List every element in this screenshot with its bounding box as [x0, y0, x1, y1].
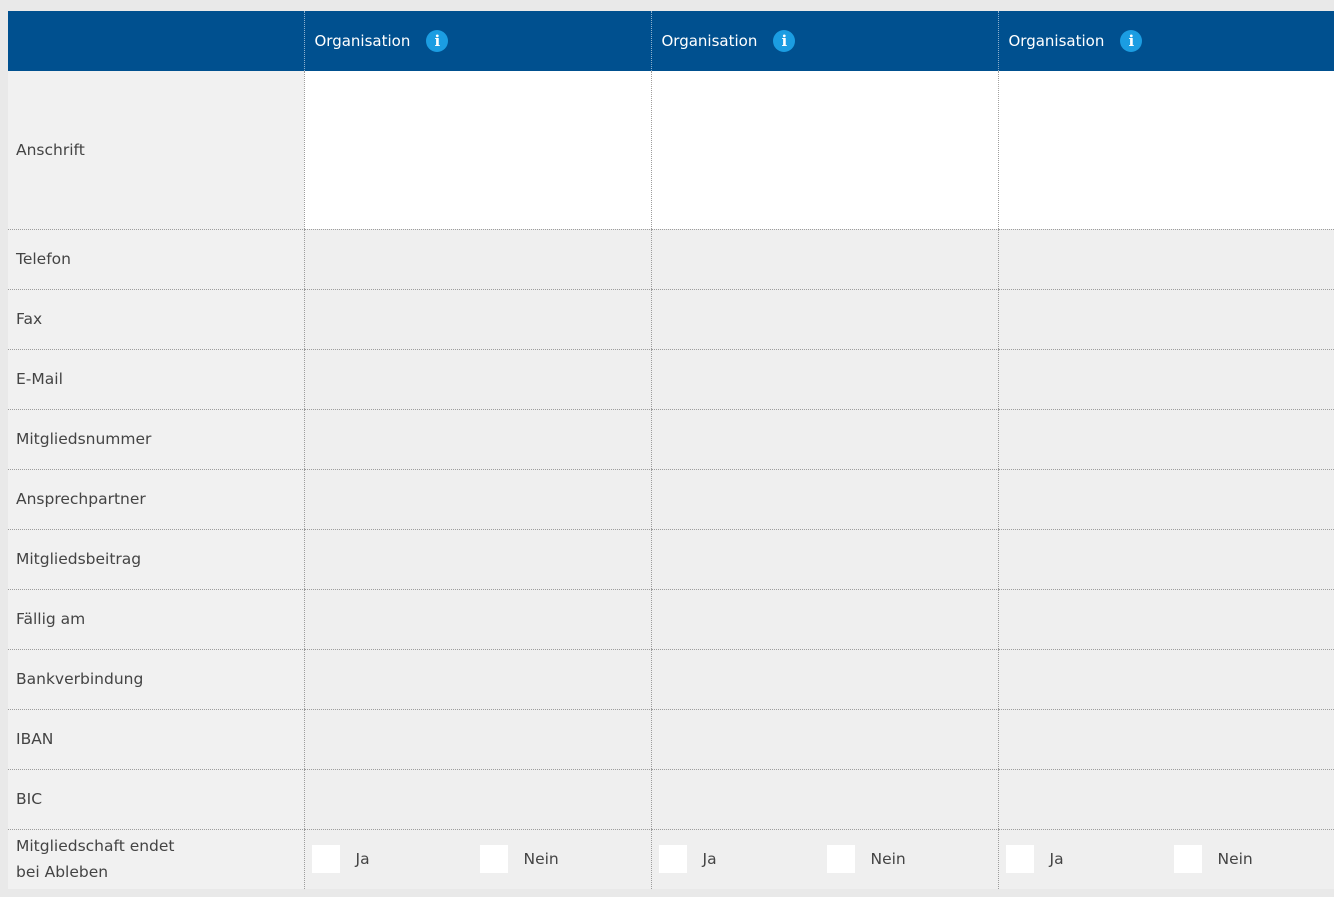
telefon-field-1[interactable] [303, 229, 651, 290]
bankverbindung-field-1[interactable] [303, 649, 651, 710]
row-mitgliedschaft-endet: Mitgliedschaft endet bei Ableben Ja Nein [8, 829, 1334, 889]
organisation-1-title: Organisation [314, 32, 411, 50]
telefon-field-2[interactable] [650, 229, 998, 290]
iban-field-3[interactable] [997, 709, 1334, 770]
email-field-3[interactable] [997, 349, 1334, 410]
fax-field-3[interactable] [997, 289, 1334, 350]
anschrift-field-2[interactable] [650, 71, 998, 230]
bankverbindung-field-3[interactable] [997, 649, 1334, 710]
ansprechpartner-field-1[interactable] [303, 469, 651, 530]
nein-checkbox[interactable] [479, 845, 508, 874]
row-bic: BIC [8, 769, 1334, 830]
row-label: Anschrift [8, 71, 304, 230]
info-icon[interactable]: i [426, 30, 449, 52]
ja-label: Ja [1049, 850, 1064, 869]
info-icon[interactable]: i [1120, 30, 1143, 52]
ja-checkbox[interactable] [311, 845, 340, 874]
iban-field-2[interactable] [650, 709, 998, 770]
row-fax: Fax [8, 289, 1334, 350]
row-label: E-Mail [8, 349, 304, 410]
mitgliedsbeitrag-field-1[interactable] [303, 529, 651, 590]
header-organisation-3: Organisation i [997, 11, 1334, 71]
row-label: Fax [8, 289, 304, 350]
faellig-am-field-3[interactable] [997, 589, 1334, 650]
row-email: E-Mail [8, 349, 1334, 410]
bic-field-2[interactable] [650, 769, 998, 830]
mitgliedsnummer-field-1[interactable] [303, 409, 651, 470]
anschrift-field-3[interactable] [997, 71, 1334, 230]
header-organisation-1: Organisation i [303, 11, 651, 71]
row-ansprechpartner: Ansprechpartner [8, 469, 1334, 530]
row-label: IBAN [8, 709, 304, 770]
mitgliedschaft-choice-1: Ja Nein [303, 829, 651, 889]
iban-field-1[interactable] [303, 709, 651, 770]
row-label: Ansprechpartner [8, 469, 304, 530]
bic-field-3[interactable] [997, 769, 1334, 830]
ja-label: Ja [702, 850, 717, 869]
mitgliedschaft-choice-3: Ja Nein [997, 829, 1334, 889]
row-mitgliedsbeitrag: Mitgliedsbeitrag [8, 529, 1334, 590]
fax-field-2[interactable] [650, 289, 998, 350]
nein-checkbox[interactable] [826, 845, 855, 874]
organisation-table: Organisation i Organisation i Organisati… [8, 11, 1334, 889]
row-anschrift: Anschrift [8, 71, 1334, 230]
email-field-2[interactable] [650, 349, 998, 410]
faellig-am-field-2[interactable] [650, 589, 998, 650]
organisation-form-sheet: Organisation i Organisation i Organisati… [8, 11, 1334, 897]
telefon-field-3[interactable] [997, 229, 1334, 290]
ansprechpartner-field-3[interactable] [997, 469, 1334, 530]
nein-label: Nein [523, 850, 559, 869]
row-label: Fällig am [8, 589, 304, 650]
header-label-column [8, 11, 304, 71]
row-label: Mitgliedsbeitrag [8, 529, 304, 590]
row-bankverbindung: Bankverbindung [8, 649, 1334, 710]
nein-checkbox[interactable] [1173, 845, 1202, 874]
anschrift-field-1[interactable] [303, 71, 651, 230]
ja-label: Ja [355, 850, 370, 869]
mitgliedsbeitrag-field-3[interactable] [997, 529, 1334, 590]
mitgliedsbeitrag-field-2[interactable] [650, 529, 998, 590]
ja-checkbox[interactable] [1005, 845, 1034, 874]
row-faellig-am: Fällig am [8, 589, 1334, 650]
row-label: Bankverbindung [8, 649, 304, 710]
nein-label: Nein [870, 850, 906, 869]
organisation-3-title: Organisation [1008, 32, 1105, 50]
fax-field-1[interactable] [303, 289, 651, 350]
info-icon[interactable]: i [773, 30, 796, 52]
faellig-am-field-1[interactable] [303, 589, 651, 650]
nein-label: Nein [1217, 850, 1253, 869]
bic-field-1[interactable] [303, 769, 651, 830]
row-label-multiline: Mitgliedschaft endet bei Ableben [8, 829, 304, 889]
row-label-line-1: Mitgliedschaft endet [16, 837, 175, 856]
mitgliedschaft-choice-2: Ja Nein [650, 829, 998, 889]
bankverbindung-field-2[interactable] [650, 649, 998, 710]
ansprechpartner-field-2[interactable] [650, 469, 998, 530]
mitgliedsnummer-field-2[interactable] [650, 409, 998, 470]
row-mitgliedsnummer: Mitgliedsnummer [8, 409, 1334, 470]
email-field-1[interactable] [303, 349, 651, 410]
ja-checkbox[interactable] [658, 845, 687, 874]
row-label-line-2: bei Ableben [16, 863, 109, 882]
organisation-2-title: Organisation [661, 32, 758, 50]
row-label: BIC [8, 769, 304, 830]
header-organisation-2: Organisation i [650, 11, 998, 71]
row-iban: IBAN [8, 709, 1334, 770]
mitgliedsnummer-field-3[interactable] [997, 409, 1334, 470]
row-telefon: Telefon [8, 229, 1334, 290]
row-label: Telefon [8, 229, 304, 290]
header-row: Organisation i Organisation i Organisati… [8, 11, 1334, 71]
row-label: Mitgliedsnummer [8, 409, 304, 470]
